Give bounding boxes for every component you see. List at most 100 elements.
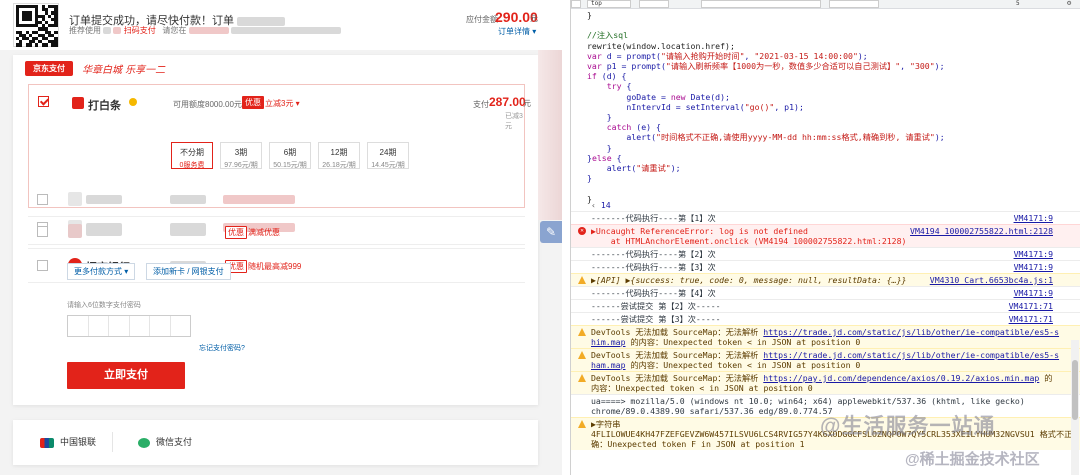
warning-icon	[578, 276, 586, 284]
devtools-panel: top 5 ⚙ } //注入sql rewrite(window.locatio…	[570, 0, 1080, 475]
bank-checkbox[interactable]	[37, 194, 48, 205]
console-log: -------代码执行----第【3】次 VM4171:9	[571, 260, 1080, 273]
term-price: 97.96元/期	[224, 162, 258, 169]
console-toolbar: top 5 ⚙	[571, 0, 1080, 9]
bank-checkbox[interactable]	[37, 226, 48, 237]
password-digit	[130, 316, 150, 336]
wechat-pay-option[interactable]: 微信支付	[138, 435, 192, 448]
sourcemap-link[interactable]: https://trade.jd.com/static/js/lib/other…	[763, 350, 1059, 360]
bank-detail-redacted	[170, 227, 206, 236]
password-digit	[150, 316, 171, 336]
source-link[interactable]: VM4194 100002755822.html:2128	[910, 226, 1053, 236]
warning-detail-2: 内容：Unexpected token < in JSON at positio…	[591, 383, 813, 393]
console-warning: DevTools 无法加载 SourceMap：无法解析 https://pay…	[571, 371, 1080, 394]
term-option[interactable]: 3期 97.96元/期	[220, 142, 262, 169]
filter-input[interactable]	[701, 0, 821, 8]
log-text: -------代码执行----第【4】次	[591, 288, 716, 298]
add-card-button[interactable]: 添加新卡 / 网银支付	[146, 263, 231, 280]
term-label: 6期	[283, 148, 297, 157]
console-log: -------代码执行----第【2】次 VM4171:9	[571, 247, 1080, 260]
qr-cell	[44, 43, 48, 47]
baitiao-name: 打白条	[88, 100, 121, 112]
bank-option-1a[interactable]	[28, 183, 525, 217]
warning-icon	[578, 374, 586, 382]
baitiao-icon	[72, 97, 84, 109]
source-link[interactable]: VM4171:9	[1014, 213, 1053, 223]
forgot-password-link[interactable]: 忘记支付密码?	[199, 343, 245, 353]
context-select[interactable]: top	[587, 0, 631, 8]
sourcemap-link[interactable]: https://pay.jd.com/dependence/axios/0.19…	[763, 373, 1039, 383]
edit-icon[interactable]: ✎	[540, 221, 562, 243]
warning-detail-2: 确：Unexpected token F in JSON at position…	[591, 439, 805, 449]
coin-icon	[129, 98, 137, 106]
bank-checkbox[interactable]	[37, 260, 48, 271]
coupon-select[interactable]: 立减3元 ▾	[265, 98, 300, 109]
other-pay-methods: 中国银联 微信支付	[13, 420, 538, 465]
wechat-icon	[138, 437, 150, 448]
password-input[interactable]	[67, 315, 191, 337]
bank-promo-redacted	[223, 195, 295, 204]
watermark: @生活服务一站通	[820, 415, 996, 438]
api-text: ▶[API] ▶{success: true, code: 0, message…	[591, 275, 907, 285]
warning-icon	[578, 351, 586, 359]
term-option[interactable]: 24期 14.45元/期	[367, 142, 409, 169]
sourcemap-link-tail[interactable]: him.map	[591, 337, 626, 347]
warning-detail: 的内容：Unexpected token < in JSON at positi…	[625, 337, 861, 347]
scrollbar-thumb[interactable]	[1072, 360, 1078, 420]
source-link[interactable]: VM4171:71	[1009, 301, 1053, 311]
eye-icon[interactable]	[639, 0, 669, 8]
wechat-label: 微信支付	[156, 437, 193, 447]
bank-logo	[68, 224, 82, 238]
brand-slogan: 华章白城 乐享一二	[82, 65, 166, 76]
term-label: 不分期	[180, 148, 204, 157]
bank-discount-tag: 优惠	[225, 226, 247, 239]
term-label: 3期	[234, 148, 248, 157]
warning-detail: 的内容：Unexpected token < in JSON at positi…	[625, 360, 861, 370]
sourcemap-link-tail[interactable]: ham.map	[591, 360, 626, 370]
console-log: ------尝试提交 第【3】次----- VM4171:71	[571, 312, 1080, 325]
pay-now-button[interactable]: 立即支付	[67, 362, 185, 389]
term-option[interactable]: 6期 50.15元/期	[269, 142, 311, 169]
term-label: 24期	[379, 148, 397, 157]
credit-limit: 可用额度8000.00元	[173, 100, 242, 109]
term-option[interactable]: 12期 26.18元/期	[318, 142, 360, 169]
term-option[interactable]: 不分期 0服务费	[171, 142, 213, 169]
sourcemap-link[interactable]: https://trade.jd.com/static/js/lib/other…	[763, 327, 1059, 337]
source-link[interactable]: VM4171:9	[1014, 262, 1053, 272]
warning-detail: 的	[1039, 373, 1053, 383]
qr-cell	[54, 43, 58, 47]
payment-card: 京东支付 华章白城 乐享一二 打白条 可用额度8000.00元 优惠 立减3元 …	[13, 55, 538, 405]
console-api-log[interactable]: ▶[API] ▶{success: true, code: 0, message…	[571, 273, 1080, 286]
recommend-text: 推荐使用	[69, 26, 101, 35]
bank-promo-text: 满减优惠	[248, 228, 280, 237]
clear-console-icon[interactable]	[571, 0, 581, 8]
password-label: 请输入6位数字支付密码	[67, 302, 141, 309]
baitiao-checkbox[interactable]	[38, 96, 49, 107]
error-stack: at HTMLAnchorElement.onclick (VM4194 100…	[591, 236, 907, 246]
source-link[interactable]: VM4171:9	[1014, 288, 1053, 298]
qr-cell	[54, 30, 58, 34]
order-detail-link[interactable]: 订单详情 ▾	[498, 26, 536, 37]
checkout-page: 订单提交成功，请尽快付款！订单 推荐使用 扫码支付 请您在 应付金额 290.0…	[0, 0, 562, 475]
blur-1	[103, 27, 112, 35]
password-digit	[109, 316, 130, 336]
unionpay-option[interactable]: 中国银联	[40, 435, 96, 448]
more-methods-button[interactable]: 更多付款方式 ▾	[67, 263, 136, 280]
decorative-banner	[538, 50, 562, 220]
bank-logo	[68, 192, 82, 206]
source-link[interactable]: VM4310 Cart.6653bc4a.js:1	[930, 275, 1053, 285]
bank-option-2[interactable]: 优惠 满减优惠	[28, 215, 525, 249]
deadline-text: 请您在	[162, 26, 187, 35]
levels-select[interactable]	[829, 0, 879, 8]
console-code-block: } //注入sql rewrite(window.location.href);…	[587, 10, 945, 204]
blur-2	[188, 27, 229, 35]
password-digit	[89, 316, 109, 336]
gear-icon[interactable]: ⚙	[1067, 0, 1071, 7]
qr-cell	[28, 17, 32, 21]
scan-pay-link[interactable]: 扫码支付	[124, 26, 156, 35]
bank-detail-redacted	[170, 195, 206, 204]
source-link[interactable]: VM4171:9	[1014, 249, 1053, 259]
console-log: -------代码执行----第【4】次 VM4171:9	[571, 286, 1080, 299]
warning-text: DevTools 无法加载 SourceMap：无法解析	[591, 327, 764, 337]
source-link[interactable]: VM4171:71	[1009, 314, 1053, 324]
